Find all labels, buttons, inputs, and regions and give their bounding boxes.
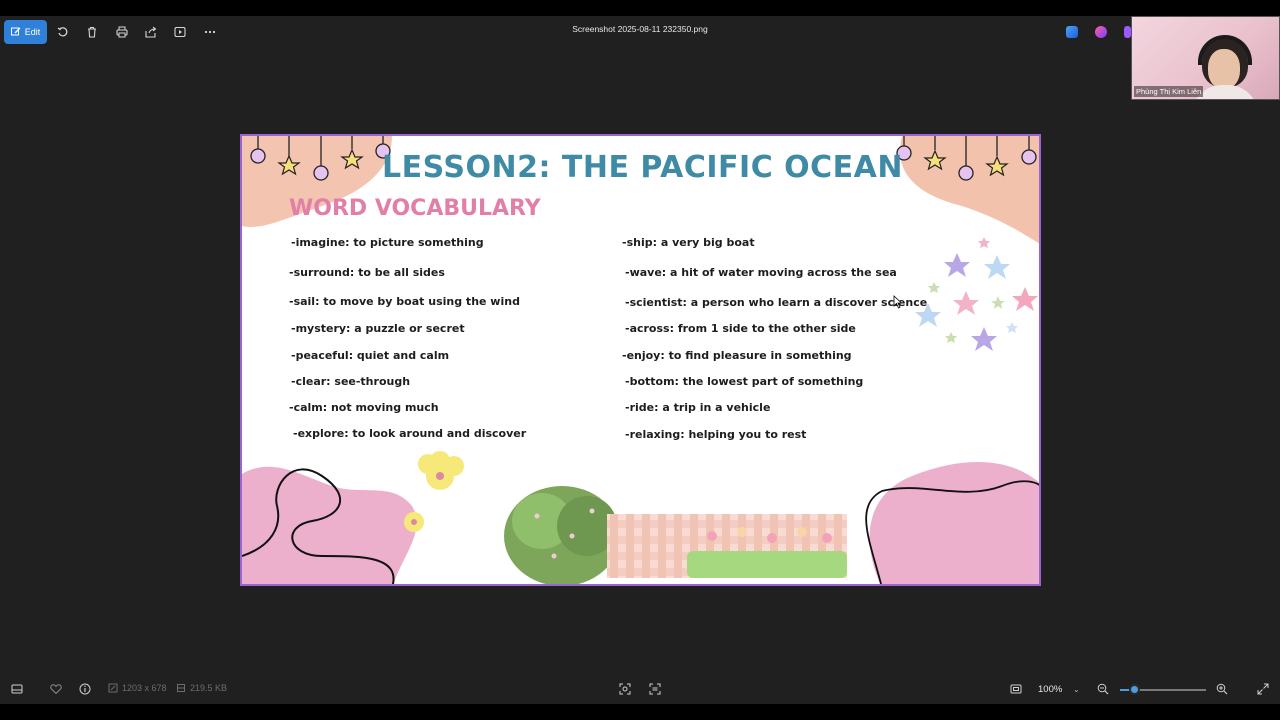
webcam-overlay: Phùng Thị Kim Liên [1131, 16, 1280, 100]
vocab-left-2: -surround: to be all sides [289, 266, 445, 279]
vocab-right-4: -across: from 1 side to the other side [625, 322, 856, 335]
app-shortcut-icon[interactable] [1066, 26, 1078, 38]
image-dimensions: 1203 x 678 [108, 683, 167, 693]
filmstrip-button[interactable] [10, 682, 24, 696]
favorite-button[interactable] [49, 682, 63, 696]
slide-title: LESSON2: THE PACIFIC OCEAN [382, 150, 903, 185]
photo-viewer-window: Edit Screenshot 2025-08-11 232350.png Ph… [0, 16, 1280, 704]
vocab-left-6: -clear: see-through [291, 375, 411, 388]
text-scan-icon [649, 683, 661, 695]
screen-bottom-border [0, 704, 1280, 720]
vocab-right-8: -relaxing: helping you to rest [625, 428, 807, 441]
screen-top-border [0, 0, 1280, 16]
mouse-cursor-icon [893, 295, 903, 309]
expand-icon [1257, 683, 1269, 695]
zoom-level-text: 100% [1038, 684, 1063, 695]
vocab-left-7: -calm: not moving much [289, 401, 439, 414]
vocab-left-4: -mystery: a puzzle or secret [291, 322, 465, 335]
zoom-in-button[interactable] [1215, 682, 1229, 696]
slide-subtitle: WORD VOCABULARY [289, 196, 541, 221]
file-size: 219.5 KB [176, 683, 227, 693]
vocab-right-2: -wave: a hit of water moving across the … [625, 266, 897, 279]
heart-icon [50, 684, 62, 695]
slide-image: LESSON2: THE PACIFIC OCEAN WORD VOCABULA… [240, 134, 1041, 586]
file-size-text: 219.5 KB [190, 683, 228, 693]
vocab-right-5: -enjoy: to find pleasure in something [622, 349, 852, 362]
visual-search-button[interactable] [618, 682, 632, 696]
info-button[interactable] [78, 682, 92, 696]
vocab-left-5: -peaceful: quiet and calm [291, 349, 450, 362]
chevron-down-icon: ⌄ [1072, 685, 1080, 694]
vocab-right-6: -bottom: the lowest part of something [625, 375, 864, 388]
zoom-level-dropdown[interactable]: 100% ⌄ [1038, 684, 1080, 695]
viewer-toolbar: Edit Screenshot 2025-08-11 232350.png [0, 16, 1280, 48]
zoom-slider-thumb[interactable] [1129, 684, 1140, 695]
copy-text-button[interactable] [648, 682, 662, 696]
zoom-out-icon [1097, 683, 1109, 695]
headset-icon [1198, 35, 1252, 65]
info-icon [79, 683, 91, 695]
vocab-right-3: -scientist: a person who learn a discove… [625, 296, 928, 309]
viewer-statusbar: 1203 x 678 219.5 KB 100% ⌄ [0, 676, 1280, 704]
dimensions-icon [108, 683, 118, 693]
participant-name: Phùng Thị Kim Liên [1134, 86, 1204, 97]
fit-to-window-button[interactable] [1009, 682, 1023, 696]
vocab-left-3: -sail: to move by boat using the wind [289, 295, 520, 308]
partial-app-icon[interactable] [1124, 26, 1131, 38]
vocab-left-8: -explore: to look around and discover [293, 427, 527, 440]
file-size-icon [177, 684, 185, 692]
fit-window-icon [1010, 684, 1022, 694]
vocab-right-7: -ride: a trip in a vehicle [625, 401, 771, 414]
zoom-out-button[interactable] [1096, 682, 1110, 696]
vocab-left-1: -imagine: to picture something [291, 236, 484, 249]
copilot-icon[interactable] [1095, 26, 1107, 38]
dimensions-text: 1203 x 678 [122, 683, 167, 693]
file-title: Screenshot 2025-08-11 232350.png [572, 24, 708, 34]
fullscreen-button[interactable] [1256, 682, 1270, 696]
vocab-right-1: -ship: a very big boat [622, 236, 755, 249]
zoom-in-icon [1216, 683, 1228, 695]
filmstrip-icon [11, 684, 23, 694]
visual-search-icon [619, 683, 631, 695]
